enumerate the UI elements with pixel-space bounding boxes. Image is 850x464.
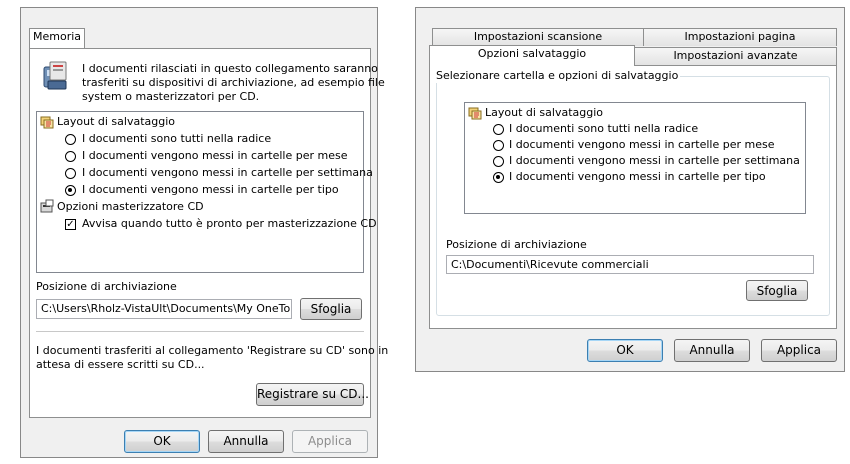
- storage-device-icon: [43, 61, 67, 90]
- tab-scan-settings-label: Impostazioni scansione: [473, 30, 603, 43]
- right-location-label: Posizione di archiviazione: [446, 238, 587, 251]
- separator: [36, 331, 364, 332]
- pending-text-line-1: I documenti trasferiti al collegamento '…: [36, 344, 389, 357]
- right-radio-month[interactable]: [493, 140, 504, 151]
- browse-button[interactable]: Sfoglia: [300, 298, 362, 320]
- option-week-label[interactable]: I documenti vengono messi in cartelle pe…: [82, 165, 373, 181]
- tab-advanced-settings[interactable]: Impostazioni avanzate: [634, 47, 837, 65]
- right-radio-week[interactable]: [493, 156, 504, 167]
- right-option-month-label[interactable]: I documenti vengono messi in cartelle pe…: [509, 137, 775, 153]
- tab-save-options[interactable]: Opzioni salvataggio: [429, 45, 635, 66]
- location-field[interactable]: C:\Users\Rholz-VistaUlt\Documents\My One…: [36, 299, 292, 319]
- right-option-week-label[interactable]: I documenti vengono messi in cartelle pe…: [509, 153, 800, 169]
- option-root-label[interactable]: I documenti sono tutti nella radice: [82, 131, 271, 147]
- right-ok-button[interactable]: OK: [587, 339, 663, 362]
- right-location-field[interactable]: C:\Documenti\Ricevute commerciali: [446, 255, 814, 274]
- right-tab-panel: Selezionare cartella e opzioni di salvat…: [429, 65, 837, 329]
- cd-burner-icon: [40, 199, 54, 213]
- right-option-root-label[interactable]: I documenti sono tutti nella radice: [509, 121, 698, 137]
- option-type-label[interactable]: I documenti vengono messi in cartelle pe…: [82, 182, 339, 198]
- burner-checkbox[interactable]: ✓: [65, 219, 76, 230]
- burner-header: Opzioni masterizzatore CD: [57, 200, 204, 213]
- left-dialog: Memoria I documenti rilasciati in questo…: [20, 7, 388, 458]
- layout-folders-icon: [40, 116, 54, 129]
- right-radio-root[interactable]: [493, 124, 504, 135]
- tab-memoria[interactable]: Memoria: [29, 28, 85, 49]
- info-text-line-2: trasferiti su dispositivi di archiviazio…: [82, 76, 385, 89]
- radio-month[interactable]: [65, 151, 76, 162]
- layout-folders-icon: [468, 107, 482, 120]
- tab-page-settings[interactable]: Impostazioni pagina: [643, 28, 837, 46]
- tab-memoria-label: Memoria: [32, 30, 82, 43]
- ok-button[interactable]: OK: [124, 430, 200, 453]
- option-month-label[interactable]: I documenti vengono messi in cartelle pe…: [82, 148, 348, 164]
- options-tree[interactable]: Layout di salvataggio I documenti sono t…: [36, 111, 377, 273]
- right-browse-button[interactable]: Sfoglia: [746, 280, 808, 301]
- right-dialog: Impostazioni scansione Impostazioni pagi…: [415, 7, 845, 372]
- location-label: Posizione di archiviazione: [36, 280, 177, 293]
- right-apply-button[interactable]: Applica: [761, 339, 837, 362]
- info-text-line-1: I documenti rilasciati in questo collega…: [82, 62, 378, 75]
- left-tab-panel: I documenti rilasciati in questo collega…: [29, 48, 388, 418]
- right-layout-header: Layout di salvataggio: [485, 106, 604, 119]
- right-radio-type[interactable]: [493, 172, 504, 183]
- tab-save-options-label: Opzioni salvataggio: [477, 47, 587, 60]
- radio-root[interactable]: [65, 134, 76, 145]
- right-option-type-label[interactable]: I documenti vengono messi in cartelle pe…: [509, 169, 766, 185]
- burn-cd-button[interactable]: Registrare su CD...: [256, 383, 369, 406]
- group-label: Selezionare cartella e opzioni di salvat…: [434, 69, 681, 83]
- radio-type[interactable]: [65, 185, 76, 196]
- cancel-button[interactable]: Annulla: [208, 430, 284, 453]
- right-cancel-button[interactable]: Annulla: [674, 339, 750, 362]
- apply-button[interactable]: Applica: [292, 430, 368, 453]
- tab-advanced-settings-label: Impostazioni avanzate: [673, 49, 798, 62]
- tab-scan-settings[interactable]: Impostazioni scansione: [432, 28, 644, 46]
- right-options-tree[interactable]: Layout di salvataggio I documenti sono t…: [464, 102, 806, 214]
- burner-option-label[interactable]: Avvisa quando tutto è pronto per masteri…: [82, 216, 377, 232]
- info-text-line-3: system o masterizzatori per CD.: [82, 90, 260, 103]
- radio-week[interactable]: [65, 168, 76, 179]
- layout-header: Layout di salvataggio: [57, 115, 176, 128]
- pending-text-line-2: attesa di essere scritti su CD...: [36, 358, 205, 371]
- tab-page-settings-label: Impostazioni pagina: [684, 30, 796, 43]
